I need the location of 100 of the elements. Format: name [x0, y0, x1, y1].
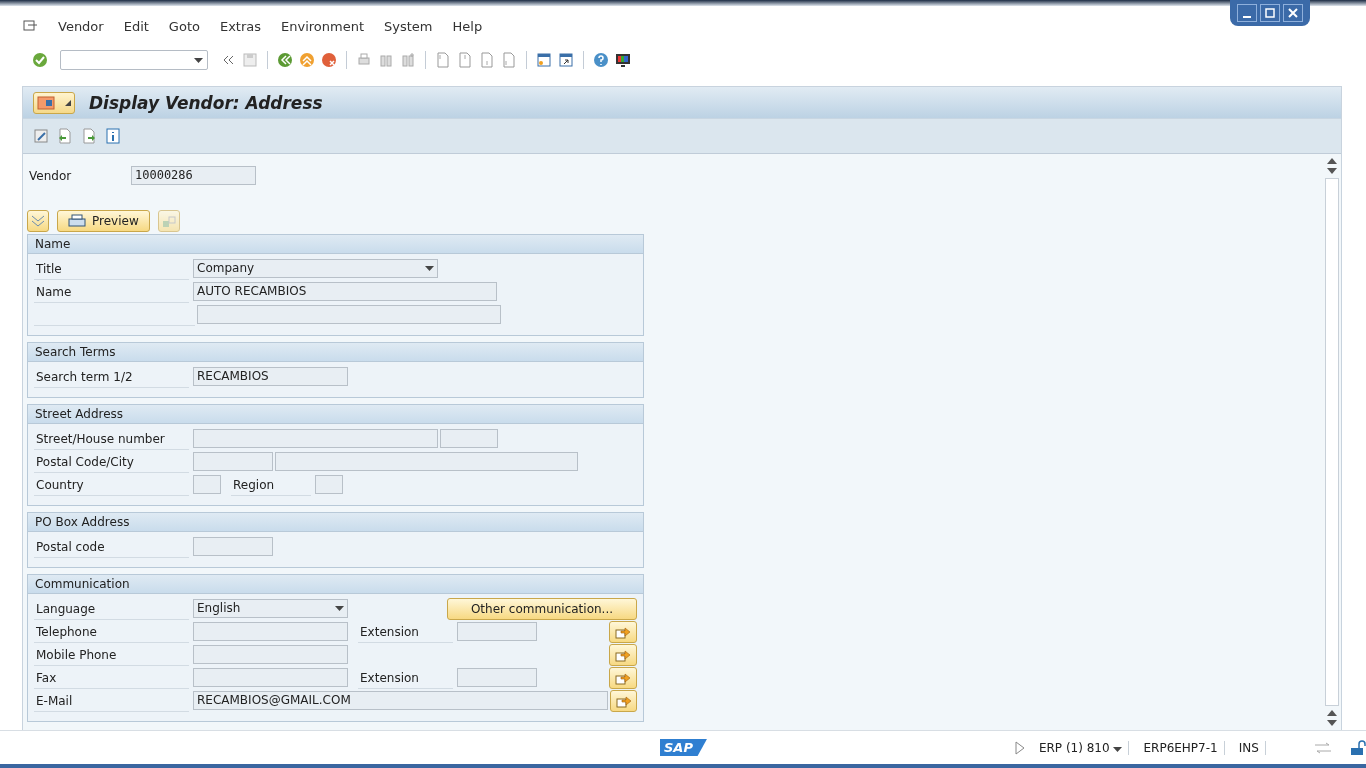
save-icon[interactable]	[242, 52, 258, 68]
field-label: Region	[231, 473, 311, 496]
maximize-button[interactable]	[1260, 4, 1280, 22]
minimize-icon	[1243, 16, 1251, 18]
arrow-button[interactable]	[609, 643, 637, 666]
menu-item[interactable]: Extras	[219, 18, 262, 34]
server-name: ERP6EHP7-1	[1137, 740, 1225, 755]
new-window-icon[interactable]	[536, 52, 552, 68]
info-icon[interactable]	[105, 128, 121, 144]
input-field[interactable]	[457, 668, 537, 687]
expand-button[interactable]	[27, 209, 49, 232]
input-field[interactable]	[193, 452, 273, 471]
document-back-icon[interactable]	[57, 128, 73, 144]
scrollbar[interactable]	[1325, 178, 1339, 706]
menu-item[interactable]: Vendor	[58, 18, 104, 34]
section-title: Name	[28, 235, 643, 254]
preview-button[interactable]: Preview	[57, 209, 150, 232]
field-label: Name	[34, 280, 189, 303]
input-field[interactable]	[193, 668, 348, 687]
input-field[interactable]	[193, 429, 438, 448]
layout-button[interactable]	[157, 209, 180, 232]
section-title: Street Address	[28, 405, 643, 424]
maximize-icon	[1265, 8, 1275, 18]
input-field[interactable]: RECAMBIOS@GMAIL.COM	[193, 691, 608, 710]
section-title: Search Terms	[28, 343, 643, 362]
input-field[interactable]	[197, 305, 501, 324]
command-field[interactable]	[60, 50, 208, 70]
arrow-icon	[615, 693, 632, 708]
caret-icon	[335, 606, 344, 611]
input-field[interactable]	[193, 537, 273, 556]
field-label: Street/House number	[34, 427, 189, 450]
input-field[interactable]	[457, 622, 537, 641]
layout-icon	[161, 213, 176, 228]
system-info[interactable]: ERP (1) 810	[1032, 740, 1130, 755]
field-label: Postal code	[34, 535, 189, 558]
arrow-button[interactable]	[609, 666, 637, 689]
play-icon[interactable]	[1014, 740, 1025, 755]
menu-item[interactable]: Help	[452, 18, 483, 34]
menu-icon[interactable]	[22, 18, 38, 34]
field-label: Fax	[34, 666, 189, 689]
corner-caret-icon	[65, 99, 71, 106]
menu-item[interactable]: Edit	[123, 18, 149, 34]
field-label: Telephone	[34, 620, 189, 643]
input-field[interactable]	[275, 452, 578, 471]
arrow-button[interactable]	[609, 620, 637, 643]
field-label: E-Mail	[34, 689, 189, 712]
field-label: Extension	[358, 620, 453, 643]
caret-icon	[425, 266, 434, 271]
field-label: Vendor	[28, 167, 73, 185]
field-label: Country	[34, 473, 189, 496]
next-page-icon[interactable]	[479, 52, 495, 68]
input-field[interactable]: RECAMBIOS	[193, 367, 348, 386]
arrow-button[interactable]	[610, 689, 637, 712]
scroll-down-icon[interactable]	[1327, 168, 1337, 174]
printer-icon	[68, 213, 86, 228]
exit-icon[interactable]	[299, 52, 315, 68]
menu-button[interactable]	[33, 91, 75, 114]
monitor-icon[interactable]	[615, 52, 631, 68]
first-page-icon[interactable]	[435, 52, 451, 68]
close-button[interactable]	[1283, 4, 1303, 22]
shortcut-icon[interactable]	[558, 52, 574, 68]
menu-item[interactable]: Environment	[281, 18, 365, 34]
printer-icon[interactable]	[356, 52, 372, 68]
display-change-icon[interactable]	[33, 128, 49, 144]
section-title: Communication	[28, 575, 643, 594]
input-field[interactable]	[193, 475, 221, 494]
last-page-icon[interactable]	[501, 52, 517, 68]
scroll-up-icon[interactable]	[1327, 158, 1337, 164]
scroll-down-icon[interactable]	[1327, 720, 1337, 726]
close-icon	[1288, 8, 1298, 18]
menu-item[interactable]: System	[384, 18, 433, 34]
screen-icon	[37, 94, 57, 111]
input-field[interactable]: AUTO RECAMBIOS	[193, 282, 497, 301]
arrow-icon	[615, 647, 631, 662]
section-title: PO Box Address	[28, 513, 643, 532]
caret-icon	[1113, 746, 1123, 752]
field-label: Mobile Phone	[34, 643, 189, 666]
vendor-field[interactable]: 10000286	[131, 166, 256, 185]
field-label: Search term 1/2	[34, 365, 189, 388]
back-icon[interactable]	[277, 52, 293, 68]
menu-item[interactable]: Goto	[168, 18, 200, 34]
input-field[interactable]	[315, 475, 343, 494]
input-field[interactable]	[193, 645, 348, 664]
help-icon[interactable]	[593, 52, 609, 68]
field-label: Extension	[358, 666, 453, 689]
other-communication-button[interactable]: Other communication...	[447, 597, 637, 620]
logo: SAP	[660, 739, 707, 756]
double-chevron-down-icon	[31, 214, 45, 227]
input-field[interactable]	[440, 429, 498, 448]
input-field[interactable]	[193, 622, 348, 641]
dropdown[interactable]: Company	[193, 259, 438, 278]
unlock-icon[interactable]	[1349, 739, 1366, 756]
cancel-icon[interactable]	[321, 52, 337, 68]
scroll-up-icon[interactable]	[1327, 710, 1337, 716]
screen-title: Display Vendor: Address	[89, 92, 323, 113]
dropdown[interactable]: English	[193, 599, 348, 618]
previous-page-icon[interactable]	[457, 52, 473, 68]
checkmark-icon[interactable]	[32, 52, 48, 68]
minimize-button[interactable]	[1237, 4, 1257, 22]
document-forward-icon[interactable]	[81, 128, 97, 144]
